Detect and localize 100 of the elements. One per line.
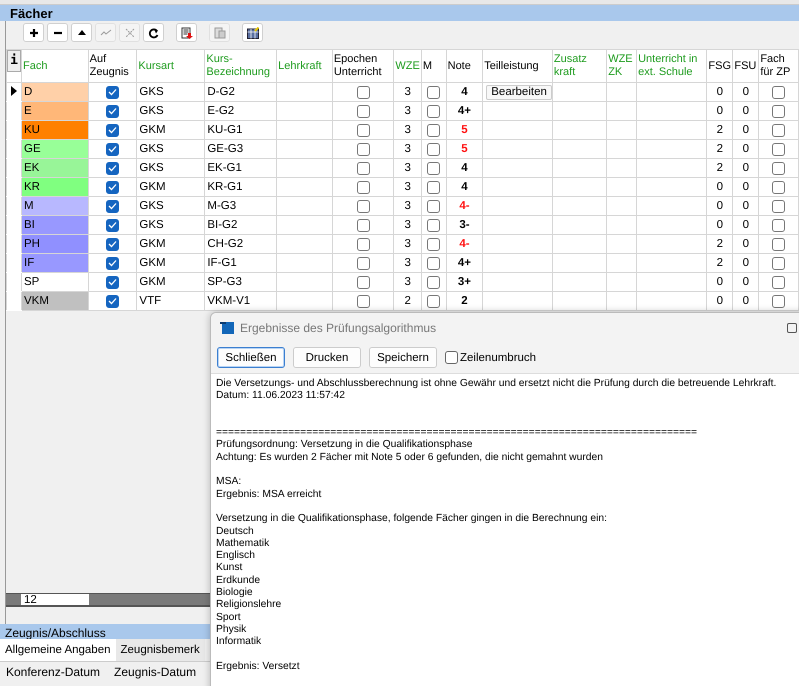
result-text-line: Versetzung in die Qualifikationsphase, folgende Fächer gingen in die Berechnung ein: <box>216 513 607 526</box>
checkbox[interactable] <box>106 86 120 98</box>
checkbox[interactable] <box>427 162 440 174</box>
checkbox[interactable] <box>106 124 120 136</box>
table-cell: 3 <box>394 140 422 158</box>
checkbox[interactable] <box>356 200 370 212</box>
checkbox[interactable] <box>427 180 440 194</box>
table-cell: 3 <box>394 272 422 292</box>
table-cell: 0 <box>706 102 733 120</box>
toolbar-button[interactable] <box>47 23 68 42</box>
checkbox[interactable] <box>772 200 786 212</box>
table-cell: GKS <box>136 82 205 102</box>
checkbox[interactable] <box>427 218 440 232</box>
maximize-icon[interactable] <box>787 322 797 332</box>
checkbox[interactable] <box>356 124 370 136</box>
checkbox[interactable] <box>356 218 370 232</box>
checkbox[interactable] <box>356 276 370 288</box>
checkbox[interactable] <box>106 104 120 118</box>
column-header[interactable]: Fach <box>23 60 48 72</box>
document-icon <box>180 26 192 38</box>
row-indicator[interactable] <box>6 82 22 102</box>
table-cell: 3+ <box>446 272 483 292</box>
checkbox[interactable] <box>427 294 440 308</box>
current-row-icon <box>11 86 17 96</box>
info-button[interactable]: i <box>8 50 20 72</box>
edit-button[interactable]: Bearbeiten <box>486 84 552 100</box>
checkbox[interactable] <box>106 218 120 232</box>
table-cell: SP-G3 <box>204 272 277 292</box>
table-cell: CH-G2 <box>204 234 277 254</box>
checkbox[interactable] <box>772 256 786 270</box>
dialog-button[interactable]: Speichern <box>369 347 437 368</box>
result-text-line: Mathematik <box>216 538 270 550</box>
dialog-button[interactable]: Schließen <box>217 347 285 368</box>
result-text-line: Prüfungsordnung: Versetzung in die Qualifikationsphase <box>216 439 472 452</box>
checkbox[interactable] <box>772 104 786 118</box>
table-cell: 3 <box>394 216 422 234</box>
table-cell: 0 <box>732 120 759 140</box>
subject-cell: PH <box>22 234 88 254</box>
column-header[interactable]: M <box>422 60 432 72</box>
checkbox[interactable] <box>772 238 786 250</box>
checkbox[interactable] <box>772 124 786 136</box>
checkbox[interactable] <box>427 200 440 212</box>
checkbox[interactable] <box>356 142 370 156</box>
record-count-field: 12 <box>21 594 89 605</box>
checkbox[interactable] <box>427 238 440 250</box>
checkbox[interactable] <box>106 180 120 194</box>
toolbar-button[interactable] <box>143 23 164 42</box>
checkbox[interactable] <box>772 162 786 174</box>
table-cell: GKS <box>136 196 205 216</box>
result-text-line: Ergebnis: Versetzt <box>216 660 300 674</box>
checkbox[interactable] <box>356 256 370 270</box>
table-cell: 0 <box>732 196 759 216</box>
checkbox[interactable] <box>106 294 120 308</box>
checkbox[interactable] <box>106 276 120 288</box>
checkbox[interactable] <box>356 86 370 98</box>
checkbox[interactable] <box>427 142 440 156</box>
checkbox[interactable] <box>772 86 786 98</box>
checkbox[interactable] <box>106 256 120 270</box>
checkbox[interactable] <box>445 351 458 364</box>
checkbox[interactable] <box>427 276 440 288</box>
table-cell: 2 <box>706 140 733 158</box>
checkbox[interactable] <box>106 142 120 156</box>
checkbox[interactable] <box>106 238 120 250</box>
toolbar-button[interactable] <box>23 23 44 42</box>
tab[interactable]: Allgemeine Angaben <box>0 639 116 661</box>
subject-cell: IF <box>22 254 88 272</box>
subject-cell: M <box>22 196 88 216</box>
tab[interactable]: Zeugnisbemerk <box>116 639 205 661</box>
table-cell: 5 <box>446 120 483 140</box>
section-title: Zeugnis/Abschluss <box>5 626 106 640</box>
checkbox[interactable] <box>356 180 370 194</box>
result-text-line: Physik <box>216 624 246 636</box>
checkbox[interactable] <box>356 162 370 174</box>
toolbar-button[interactable] <box>176 23 197 42</box>
table-icon <box>246 26 258 38</box>
table-cell: 3 <box>394 234 422 254</box>
checkbox[interactable] <box>772 180 786 194</box>
table-cell: 0 <box>732 82 759 102</box>
table-cell: 3- <box>446 216 483 234</box>
toolbar-button[interactable] <box>242 23 263 42</box>
checkbox[interactable] <box>772 142 786 156</box>
checkbox[interactable] <box>356 104 370 118</box>
dialog-button[interactable]: Drucken <box>293 347 361 368</box>
table-cell: 0 <box>732 158 759 178</box>
checkbox[interactable] <box>772 294 786 308</box>
checkbox[interactable] <box>106 200 120 212</box>
checkbox[interactable] <box>427 86 440 98</box>
checkbox[interactable] <box>772 276 786 288</box>
table-cell: GKM <box>136 272 205 292</box>
checkbox[interactable] <box>772 218 786 232</box>
toolbar-button[interactable] <box>71 23 92 42</box>
checkbox[interactable] <box>427 104 440 118</box>
result-text-line: Erdkunde <box>216 574 260 588</box>
checkbox[interactable] <box>427 256 440 270</box>
table-cell: 3 <box>394 82 422 102</box>
table-cell: 0 <box>706 178 733 196</box>
checkbox[interactable] <box>356 294 370 308</box>
checkbox[interactable] <box>106 162 120 174</box>
checkbox[interactable] <box>427 124 440 136</box>
checkbox[interactable] <box>356 238 370 250</box>
